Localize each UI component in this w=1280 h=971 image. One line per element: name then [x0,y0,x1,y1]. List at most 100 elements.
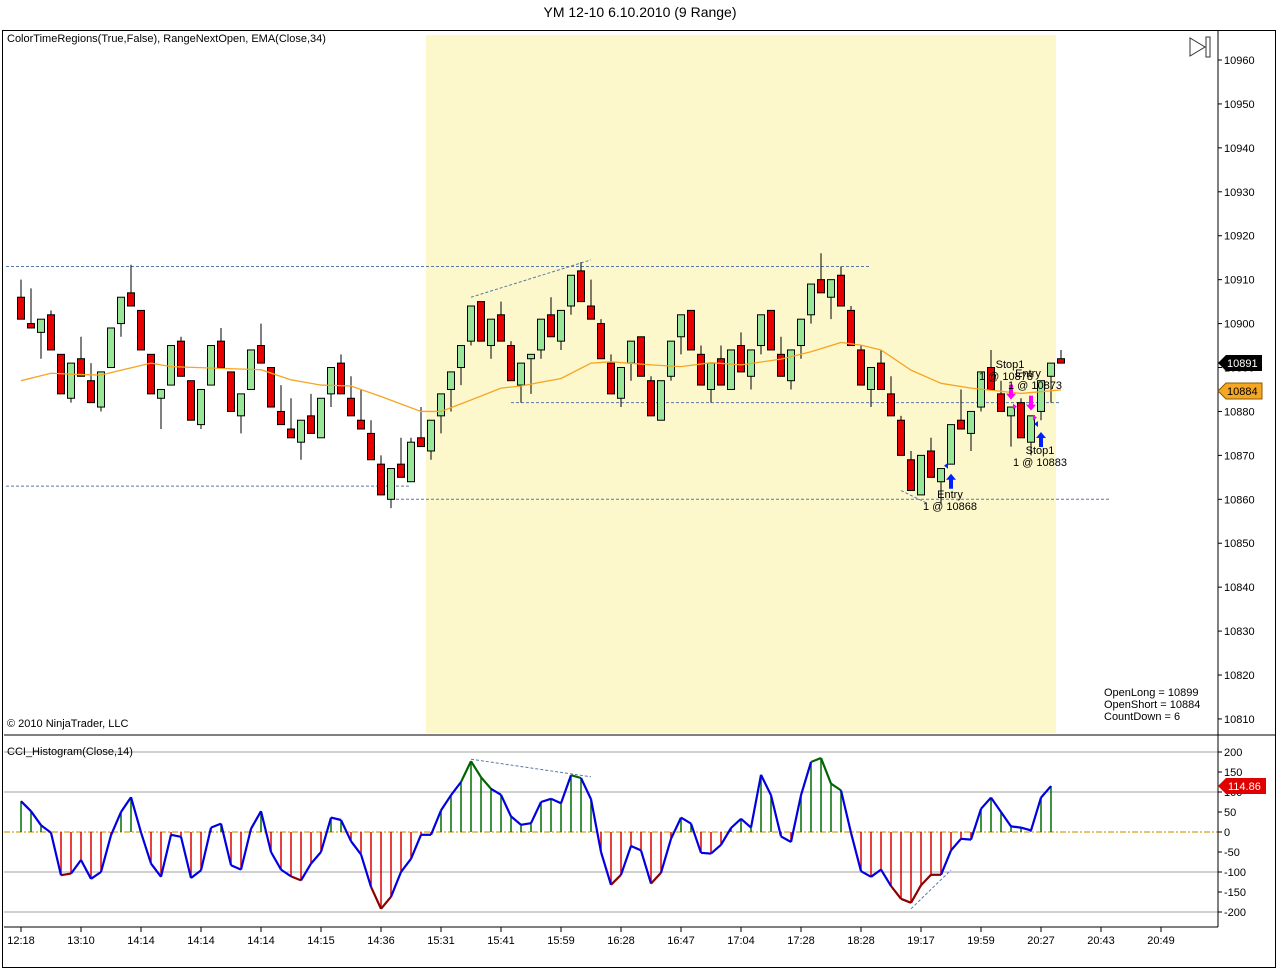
candle-down [847,309,855,347]
cci-line-segment [810,756,822,764]
cci-line-segment [380,896,392,910]
cci-line-segment [650,872,662,885]
price-tick-label: 10850 [1224,538,1255,550]
time-tick-label: 16:47 [667,935,695,947]
cci-line-segment [639,850,653,884]
candle-up [677,314,685,338]
candle-up [627,340,635,364]
cci-line-segment [610,874,622,886]
candle-down [997,393,1005,412]
candle-up [527,353,535,360]
cci-line-segment [150,862,162,878]
cci-line-segment [80,859,92,880]
ema-value-label: 10884 [1227,386,1258,398]
cci-line-segment [659,838,673,874]
cci-line-segment [550,797,562,805]
candle-down [577,270,585,303]
cci-line-segment [670,817,682,840]
candle-up [917,454,925,496]
price-tick-label: 10940 [1224,143,1255,155]
trade-label-detail: 1 @ 10873 [1008,380,1062,392]
candle-down [877,362,885,390]
candle-up [427,419,435,452]
chart-canvas[interactable]: 1096010950109401093010920109101090010890… [0,0,1280,971]
candle-down [357,419,365,430]
cci-line-segment [409,834,423,860]
play-to-end-icon[interactable] [1189,36,1211,58]
candle-down [227,371,235,412]
time-tick-label: 15:31 [427,935,455,947]
cci-line-segment [369,886,383,910]
cci-line-segment [450,781,462,796]
candle-down [1017,402,1025,439]
cci-line-segment [680,816,692,825]
cci-line-segment [400,858,412,873]
last-price-marker: 10891 [1218,355,1262,371]
candle-up [947,424,955,465]
candle-down [147,353,155,395]
cci-tick-label: 150 [1224,767,1242,779]
candle-up [727,349,735,390]
cci-line-segment [239,828,253,870]
cci-line-segment [689,823,703,854]
cci-line-segment [120,796,132,813]
cci-tick-label: -200 [1224,907,1246,919]
cci-line-segment [890,885,902,900]
price-tick-label: 10860 [1224,494,1255,506]
candle-down [597,323,605,360]
trade-label-name: Entry [937,489,963,501]
candle-down [837,274,845,307]
cci-value-label: 114.86 [1228,781,1261,793]
price-tick-label: 10930 [1224,187,1255,199]
candle-up [197,388,205,426]
cci-line-segment [319,817,333,853]
cci-line-segment [950,838,962,852]
candle-up [567,274,575,307]
cci-line-segment [900,897,912,904]
candle-down [277,410,285,426]
cci-line-segment [470,760,482,778]
cci-line-segment [540,797,552,804]
cci-trend-line[interactable] [470,758,592,778]
candle-up [97,371,105,408]
candle-up [67,362,75,399]
cci-line-segment [960,837,972,841]
cci-line-segment [819,757,833,785]
candle-up [617,367,625,399]
candle-down [77,358,85,377]
cci-line-segment [720,827,732,846]
time-tick-label: 13:10 [67,935,95,947]
cci-line-segment [619,845,633,876]
candle-up [707,362,715,390]
time-tick-label: 18:28 [847,935,875,947]
copyright-text: © 2010 NinjaTrader, LLC [7,718,128,730]
candle-up [437,393,445,417]
time-tick-label: 20:27 [1027,935,1055,947]
candle-down [887,393,895,417]
candle-down [907,459,915,492]
cci-line-segment [1010,825,1022,829]
candle-down [307,415,315,434]
cci-line-segment [520,822,532,826]
candle-up [467,305,475,342]
cci-line-segment [799,761,813,796]
cci-line-segment [920,874,932,886]
cci-line-segment [830,782,842,792]
cci-line-segment [350,840,362,856]
candle-down [607,362,615,395]
candle-up [457,345,465,369]
price-tick-label: 10960 [1224,55,1255,67]
price-tick-label: 10900 [1224,319,1255,331]
candle-down [647,380,655,417]
candle-down [377,463,385,496]
candle-up [517,362,525,386]
price-tick-label: 10840 [1224,582,1255,594]
cci-line-segment [969,808,983,840]
time-tick-label: 17:28 [787,935,815,947]
cci-line-segment [849,832,863,872]
cci-line-segment [730,817,742,829]
cci-tick-label: 0 [1224,827,1230,839]
candle-down [957,419,965,430]
time-tick-label: 17:04 [727,935,755,947]
price-tick-label: 10870 [1224,450,1255,462]
